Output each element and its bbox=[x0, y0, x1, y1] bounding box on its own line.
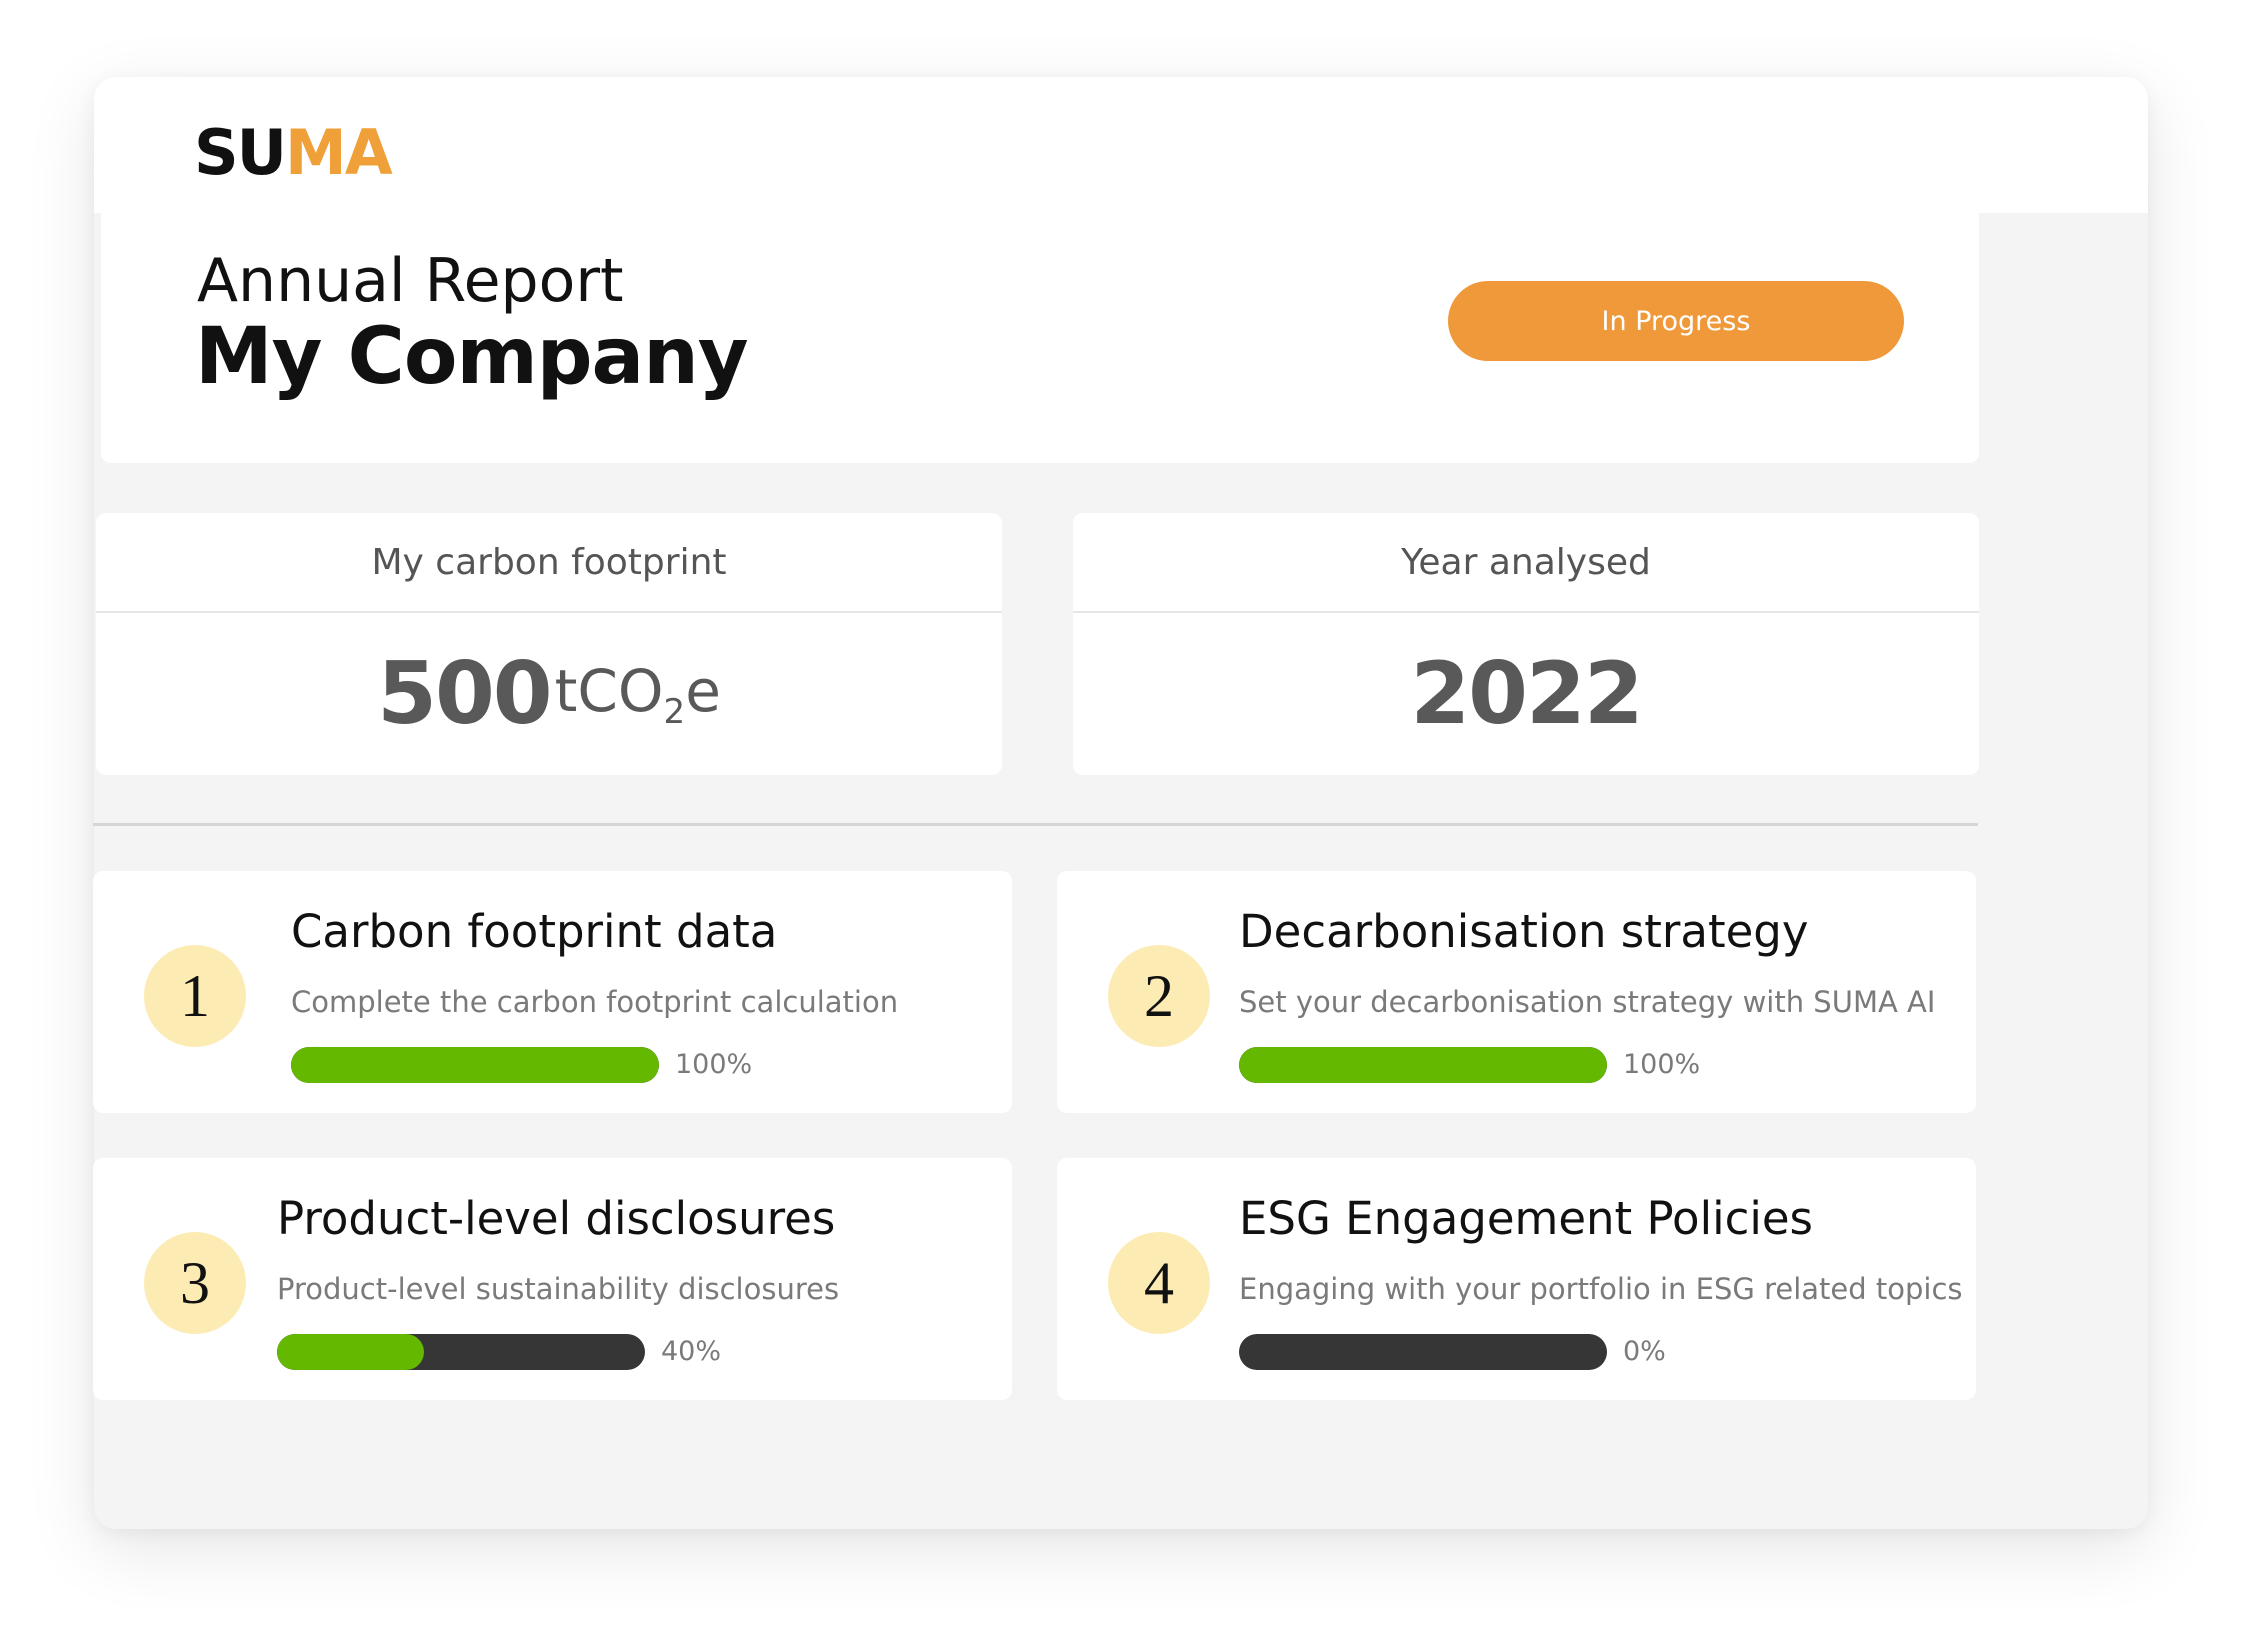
report-header-card: Annual Report My Company In Progress bbox=[101, 186, 1979, 463]
year-analysed-value-row: 2022 bbox=[1073, 613, 1979, 775]
step-number-badge: 4 bbox=[1108, 1232, 1210, 1334]
unit-tail: e bbox=[685, 656, 721, 725]
step-number-badge: 2 bbox=[1108, 945, 1210, 1047]
progress-label: 100% bbox=[675, 1049, 753, 1080]
task-title: ESG Engagement Policies bbox=[1239, 1192, 1813, 1245]
carbon-footprint-unit: tCO2e bbox=[555, 657, 721, 732]
progress-fill bbox=[277, 1334, 425, 1370]
task-title: Decarbonisation strategy bbox=[1239, 905, 1809, 958]
year-analysed-value: 2022 bbox=[1410, 644, 1643, 744]
task-card-decarbonisation-strategy[interactable]: 2 Decarbonisation strategy Set your deca… bbox=[1057, 871, 1976, 1113]
carbon-footprint-card: My carbon footprint 500 tCO2e bbox=[96, 513, 1002, 775]
year-analysed-card: Year analysed 2022 bbox=[1073, 513, 1979, 775]
progress-bar bbox=[1239, 1047, 1607, 1083]
carbon-footprint-value-row: 500 tCO2e bbox=[96, 613, 1002, 775]
unit-subscript: 2 bbox=[663, 691, 686, 732]
section-divider bbox=[93, 823, 1978, 826]
carbon-footprint-label: My carbon footprint bbox=[96, 513, 1002, 613]
task-card-product-level-disclosures[interactable]: 3 Product-level disclosures Product-leve… bbox=[93, 1158, 1012, 1400]
progress-bar bbox=[277, 1334, 645, 1370]
year-analysed-label: Year analysed bbox=[1073, 513, 1979, 613]
task-card-esg-engagement-policies[interactable]: 4 ESG Engagement Policies Engaging with … bbox=[1057, 1158, 1976, 1400]
carbon-footprint-value: 500 bbox=[377, 644, 553, 744]
report-label: Annual Report bbox=[197, 246, 624, 316]
logo-part-1: SU bbox=[194, 116, 287, 189]
company-name: My Company bbox=[195, 312, 749, 402]
progress-bar bbox=[1239, 1334, 1607, 1370]
progress-label: 0% bbox=[1623, 1336, 1666, 1367]
task-description: Product-level sustainability disclosures bbox=[277, 1272, 840, 1306]
task-title: Product-level disclosures bbox=[277, 1192, 836, 1245]
suma-logo[interactable]: SUMA bbox=[194, 113, 393, 193]
progress-fill bbox=[1239, 1047, 1607, 1083]
task-description: Set your decarbonisation strategy with S… bbox=[1239, 985, 1936, 1019]
unit-main: tCO bbox=[554, 656, 664, 725]
progress-bar bbox=[291, 1047, 659, 1083]
logo-part-2: MA bbox=[285, 116, 393, 189]
task-description: Complete the carbon footprint calculatio… bbox=[291, 985, 899, 1019]
step-number-badge: 3 bbox=[144, 1232, 246, 1334]
status-button[interactable]: In Progress bbox=[1448, 281, 1904, 361]
task-description: Engaging with your portfolio in ESG rela… bbox=[1239, 1272, 1963, 1306]
step-number-badge: 1 bbox=[144, 945, 246, 1047]
progress-label: 40% bbox=[661, 1336, 722, 1367]
progress-fill bbox=[291, 1047, 659, 1083]
task-title: Carbon footprint data bbox=[291, 905, 778, 958]
progress-label: 100% bbox=[1623, 1049, 1701, 1080]
task-card-carbon-footprint-data[interactable]: 1 Carbon footprint data Complete the car… bbox=[93, 871, 1012, 1113]
